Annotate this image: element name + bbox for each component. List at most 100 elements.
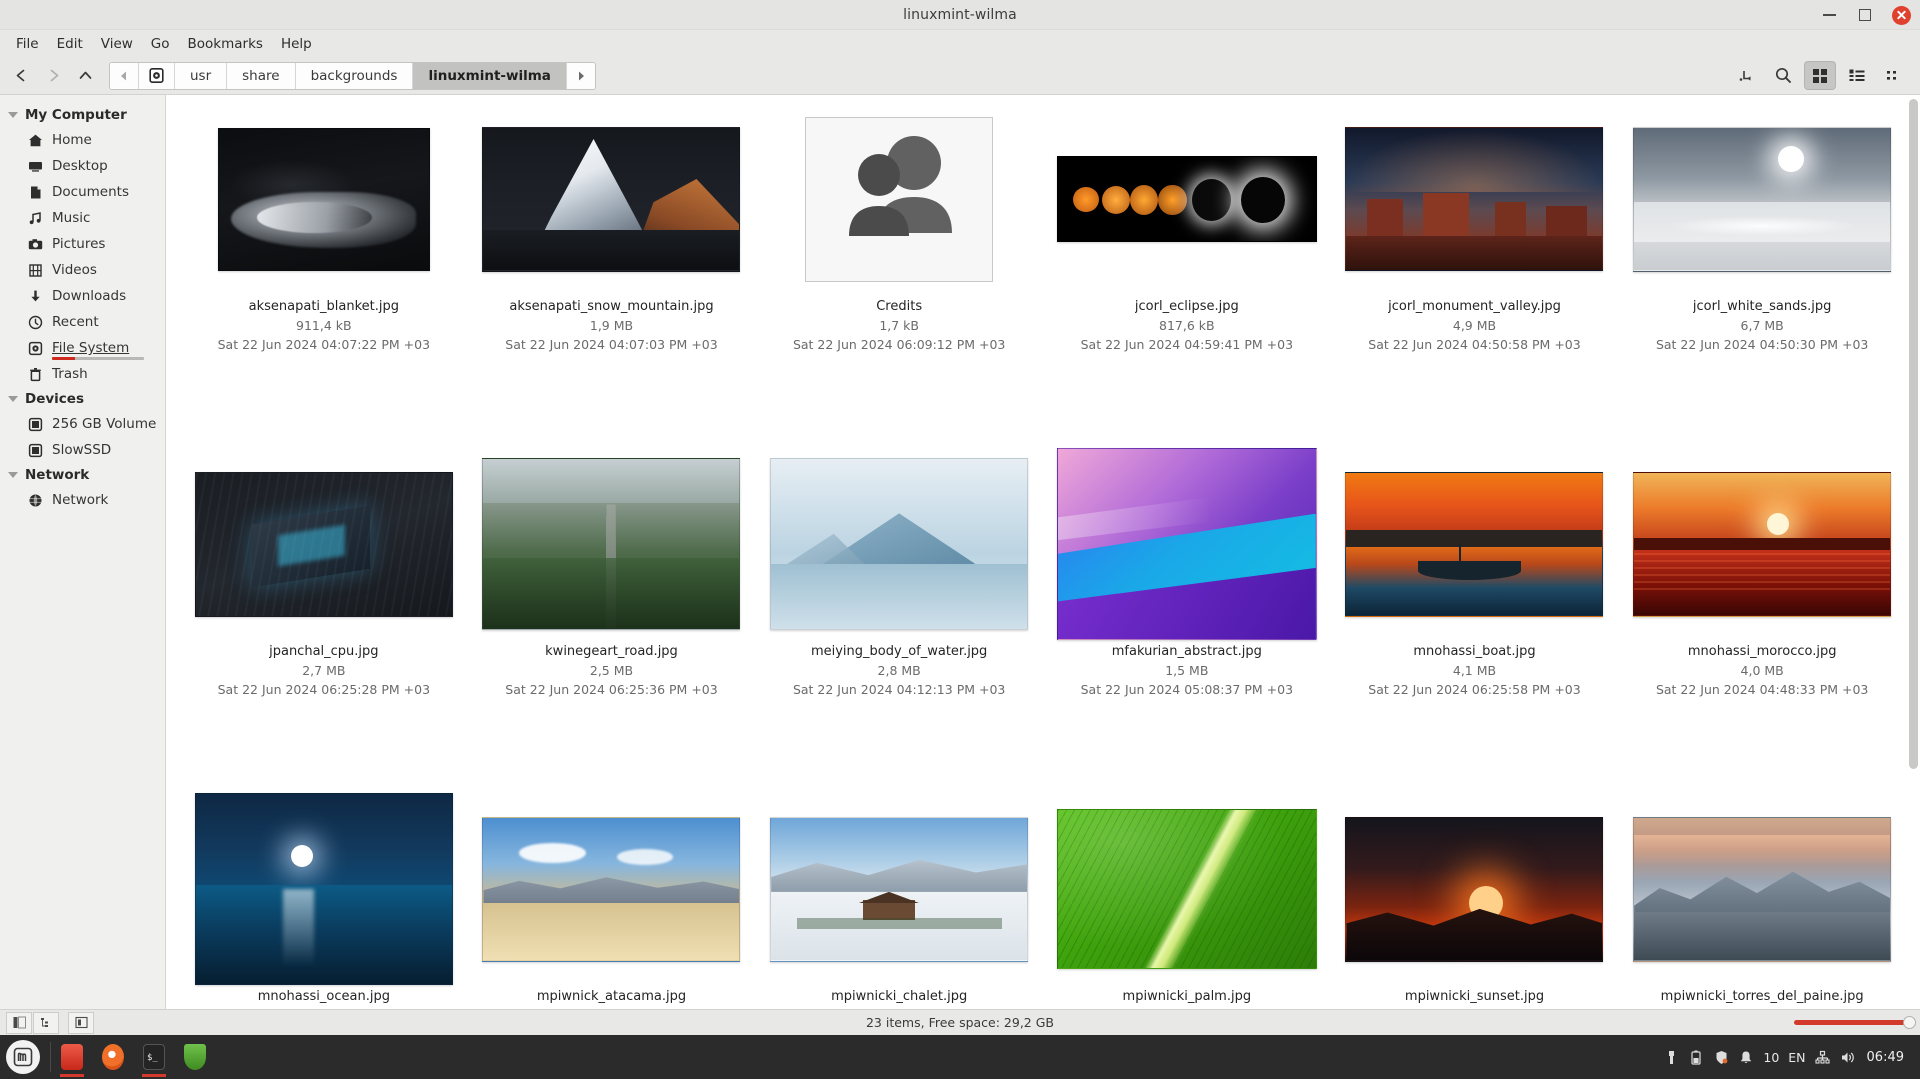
minimize-button[interactable] (1818, 4, 1840, 26)
taskbar: $_ 10 EN 06:49 (0, 1035, 1920, 1079)
close-button[interactable] (1890, 4, 1912, 26)
sidebar-item-documents[interactable]: Documents (0, 179, 165, 205)
toggle-places-icon[interactable] (6, 1011, 32, 1034)
file-name: mpiwnicki_torres_del_paine.jpg (1660, 989, 1864, 1004)
file-date: Sat 22 Jun 2024 04:12:13 PM +03 (792, 682, 1006, 697)
sidebar-item-label: Videos (52, 262, 97, 278)
file-item[interactable]: jcorl_monument_valley.jpg 4,9 MB Sat 22 … (1331, 101, 1619, 446)
breadcrumb-root-drive-icon[interactable] (139, 62, 175, 89)
sidebar-item-downloads[interactable]: Downloads (0, 283, 165, 309)
thumbnail-container (1043, 448, 1331, 640)
notifications-icon[interactable] (1738, 1048, 1754, 1066)
file-item[interactable]: jcorl_eclipse.jpg 817,6 kB Sat 22 Jun 20… (1043, 101, 1331, 446)
breadcrumb-share[interactable]: share (227, 62, 296, 89)
compact-view-icon[interactable] (1878, 61, 1910, 90)
sidebar-group-label: Devices (25, 391, 84, 407)
thumbnail-container (755, 109, 1043, 289)
up-button[interactable] (70, 62, 100, 90)
thumbnail-container (180, 454, 468, 634)
breadcrumb-linuxmint-wilma[interactable]: linuxmint-wilma (413, 62, 567, 89)
battery-icon[interactable] (1688, 1048, 1704, 1066)
thumbnail-container (468, 799, 756, 979)
file-size: 6,7 MB (1740, 318, 1784, 333)
thumbnail-container (1043, 799, 1331, 979)
drive-icon (26, 339, 44, 357)
toggle-treeview-icon[interactable] (33, 1011, 59, 1034)
file-thumbnail (194, 793, 453, 985)
keyboard-layout[interactable]: EN (1788, 1050, 1805, 1065)
sidebar-item-music[interactable]: Music (0, 205, 165, 231)
file-item[interactable]: mnohassi_boat.jpg 4,1 MB Sat 22 Jun 2024… (1331, 446, 1619, 791)
file-name: mnohassi_boat.jpg (1413, 644, 1536, 659)
maximize-button[interactable] (1854, 4, 1876, 26)
menu-edit[interactable]: Edit (48, 33, 92, 55)
file-item[interactable]: mnohassi_ocean.jpg (180, 791, 468, 1009)
file-name: mpiwnicki_chalet.jpg (831, 989, 968, 1004)
file-item[interactable]: kwinegeart_road.jpg 2,5 MB Sat 22 Jun 20… (468, 446, 756, 791)
titlebar: linuxmint-wilma (0, 0, 1920, 30)
clock[interactable]: 06:49 (1867, 1050, 1904, 1065)
icon-view-icon[interactable] (1804, 61, 1836, 90)
file-item[interactable]: Credits 1,7 kB Sat 22 Jun 2024 06:09:12 … (755, 101, 1043, 446)
sidebar-group-network[interactable]: Network (0, 463, 165, 487)
taskbar-files-app[interactable] (57, 1040, 87, 1077)
file-item[interactable]: mpiwnick_atacama.jpg (468, 791, 756, 1009)
notification-count[interactable]: 10 (1763, 1050, 1779, 1065)
breadcrumb-usr[interactable]: usr (175, 62, 228, 89)
file-size: 911,4 kB (296, 318, 352, 333)
sidebar-item-slowssd[interactable]: SlowSSD (0, 437, 165, 463)
usb-device-icon[interactable] (1663, 1048, 1679, 1066)
toggle-extra-pane-icon[interactable] (68, 1011, 94, 1034)
forward-button[interactable] (38, 62, 68, 90)
sidebar-item-256-gb-volume[interactable]: 256 GB Volume (0, 411, 165, 437)
sidebar-item-file-system[interactable]: File System (0, 335, 165, 361)
menu-go[interactable]: Go (142, 33, 179, 55)
navigation-buttons (6, 62, 100, 90)
sidebar-item-trash[interactable]: Trash (0, 361, 165, 387)
sidebar-item-videos[interactable]: Videos (0, 257, 165, 283)
vertical-scrollbar[interactable] (1909, 99, 1918, 769)
zoom-slider[interactable] (1794, 1016, 1916, 1030)
file-item[interactable]: mpiwnicki_sunset.jpg (1331, 791, 1619, 1009)
taskbar-browser-app[interactable] (98, 1040, 128, 1074)
breadcrumb-scroll-left-button[interactable] (110, 62, 139, 89)
file-thumbnail (217, 127, 430, 271)
file-grid-view[interactable]: aksenapati_blanket.jpg 911,4 kB Sat 22 J… (166, 95, 1920, 1009)
sidebar-item-home[interactable]: Home (0, 127, 165, 153)
open-terminal-icon[interactable] (1730, 61, 1762, 90)
menu-view[interactable]: View (92, 33, 142, 55)
file-item[interactable]: jcorl_white_sands.jpg 6,7 MB Sat 22 Jun … (1618, 101, 1906, 446)
taskbar-terminal-app[interactable]: $_ (139, 1040, 169, 1077)
sidebar-group-devices[interactable]: Devices (0, 387, 165, 411)
file-item[interactable]: aksenapati_snow_mountain.jpg 1,9 MB Sat … (468, 101, 756, 446)
file-item[interactable]: mfakurian_abstract.jpg 1,5 MB Sat 22 Jun… (1043, 446, 1331, 791)
mint-menu-icon[interactable] (6, 1040, 40, 1074)
list-view-icon[interactable] (1841, 61, 1873, 90)
sidebar-item-network[interactable]: Network (0, 487, 165, 513)
menu-file[interactable]: File (7, 33, 48, 55)
network-icon[interactable] (1815, 1048, 1831, 1066)
search-icon[interactable] (1767, 61, 1799, 90)
volume-icon[interactable] (1840, 1048, 1856, 1066)
file-item[interactable]: mnohassi_morocco.jpg 4,0 MB Sat 22 Jun 2… (1618, 446, 1906, 791)
file-item[interactable]: jpanchal_cpu.jpg 2,7 MB Sat 22 Jun 2024 … (180, 446, 468, 791)
file-item[interactable]: mpiwnicki_palm.jpg (1043, 791, 1331, 1009)
taskbar-security-app[interactable] (180, 1040, 210, 1074)
main-area: My Computer Home Desktop Documents Music… (0, 95, 1920, 1009)
file-item[interactable]: meiying_body_of_water.jpg 2,8 MB Sat 22 … (755, 446, 1043, 791)
file-item[interactable]: mpiwnicki_torres_del_paine.jpg (1618, 791, 1906, 1009)
update-shield-icon[interactable] (1713, 1048, 1729, 1066)
file-item[interactable]: aksenapati_blanket.jpg 911,4 kB Sat 22 J… (180, 101, 468, 446)
menu-help[interactable]: Help (272, 33, 321, 55)
breadcrumb-backgrounds[interactable]: backgrounds (295, 62, 414, 89)
sidebar-item-pictures[interactable]: Pictures (0, 231, 165, 257)
breadcrumb-scroll-right-button[interactable] (566, 62, 595, 89)
file-size: 1,5 MB (1165, 663, 1209, 678)
file-name: Credits (876, 299, 923, 314)
file-item[interactable]: mpiwnicki_chalet.jpg (755, 791, 1043, 1009)
sidebar-item-recent[interactable]: Recent (0, 309, 165, 335)
menu-bookmarks[interactable]: Bookmarks (179, 33, 272, 55)
sidebar-group-my-computer[interactable]: My Computer (0, 103, 165, 127)
back-button[interactable] (6, 62, 36, 90)
sidebar-item-desktop[interactable]: Desktop (0, 153, 165, 179)
